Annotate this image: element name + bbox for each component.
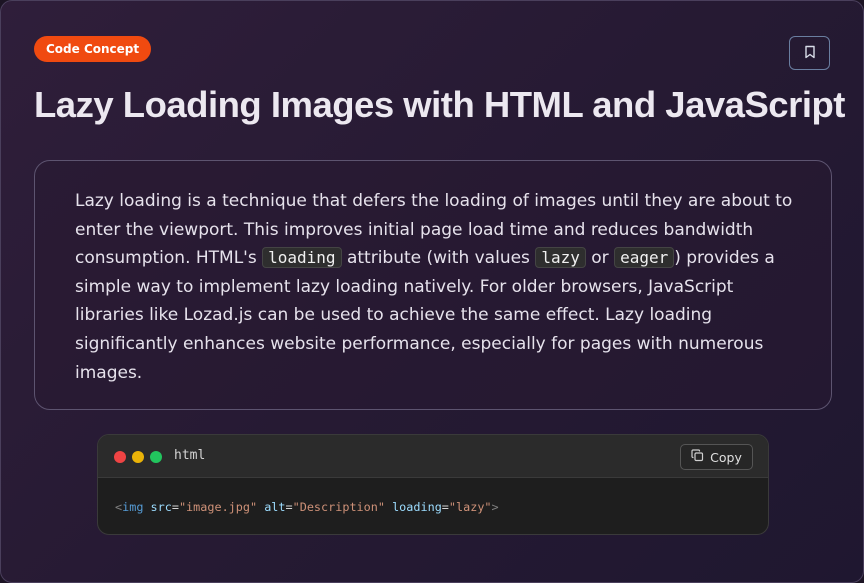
copy-icon xyxy=(691,449,704,465)
copy-button-label: Copy xyxy=(710,449,742,465)
concept-card: Code Concept Lazy Loading Images with HT… xyxy=(0,0,864,583)
code-token-val-src: "image.jpg" xyxy=(178,500,258,514)
code-token-attr-alt: alt xyxy=(264,500,286,514)
description-part-2: attribute (with values xyxy=(341,248,536,269)
category-badge: Code Concept xyxy=(34,36,152,62)
bookmark-button[interactable] xyxy=(789,36,830,70)
code-token-val-loading: "lazy" xyxy=(448,500,492,514)
code-line: <img src="image.jpg" alt="Description" l… xyxy=(115,500,499,514)
inline-code-loading: loading xyxy=(262,247,342,269)
copy-button[interactable]: Copy xyxy=(680,444,753,470)
code-token-eq: = xyxy=(441,500,449,514)
code-language-label: html xyxy=(174,448,206,463)
inline-code-eager: eager xyxy=(614,247,675,269)
code-token-attr-loading: loading xyxy=(392,500,442,514)
description-text: Lazy loading is a technique that defers … xyxy=(75,187,805,387)
code-block-header: html Copy xyxy=(98,435,768,478)
window-dot-green xyxy=(150,451,162,463)
inline-code-lazy: lazy xyxy=(535,247,586,269)
code-token-eq: = xyxy=(285,500,293,514)
code-token-eq: = xyxy=(171,500,179,514)
code-token-close: > xyxy=(491,500,499,514)
code-token-attr-src: src xyxy=(150,500,172,514)
description-part-4: ) provides a simple way to implement laz… xyxy=(75,248,775,383)
window-dot-yellow xyxy=(132,451,144,463)
code-token-tag: img xyxy=(122,500,144,514)
window-dot-red xyxy=(114,451,126,463)
code-block: html Copy <img src="image.jpg" alt="Desc… xyxy=(97,434,769,535)
code-token-val-alt: "Description" xyxy=(292,500,385,514)
bookmark-icon xyxy=(804,45,816,62)
description-part-3: or xyxy=(585,248,615,269)
page-title: Lazy Loading Images with HTML and JavaSc… xyxy=(34,84,845,125)
description-panel: Lazy loading is a technique that defers … xyxy=(34,160,832,410)
